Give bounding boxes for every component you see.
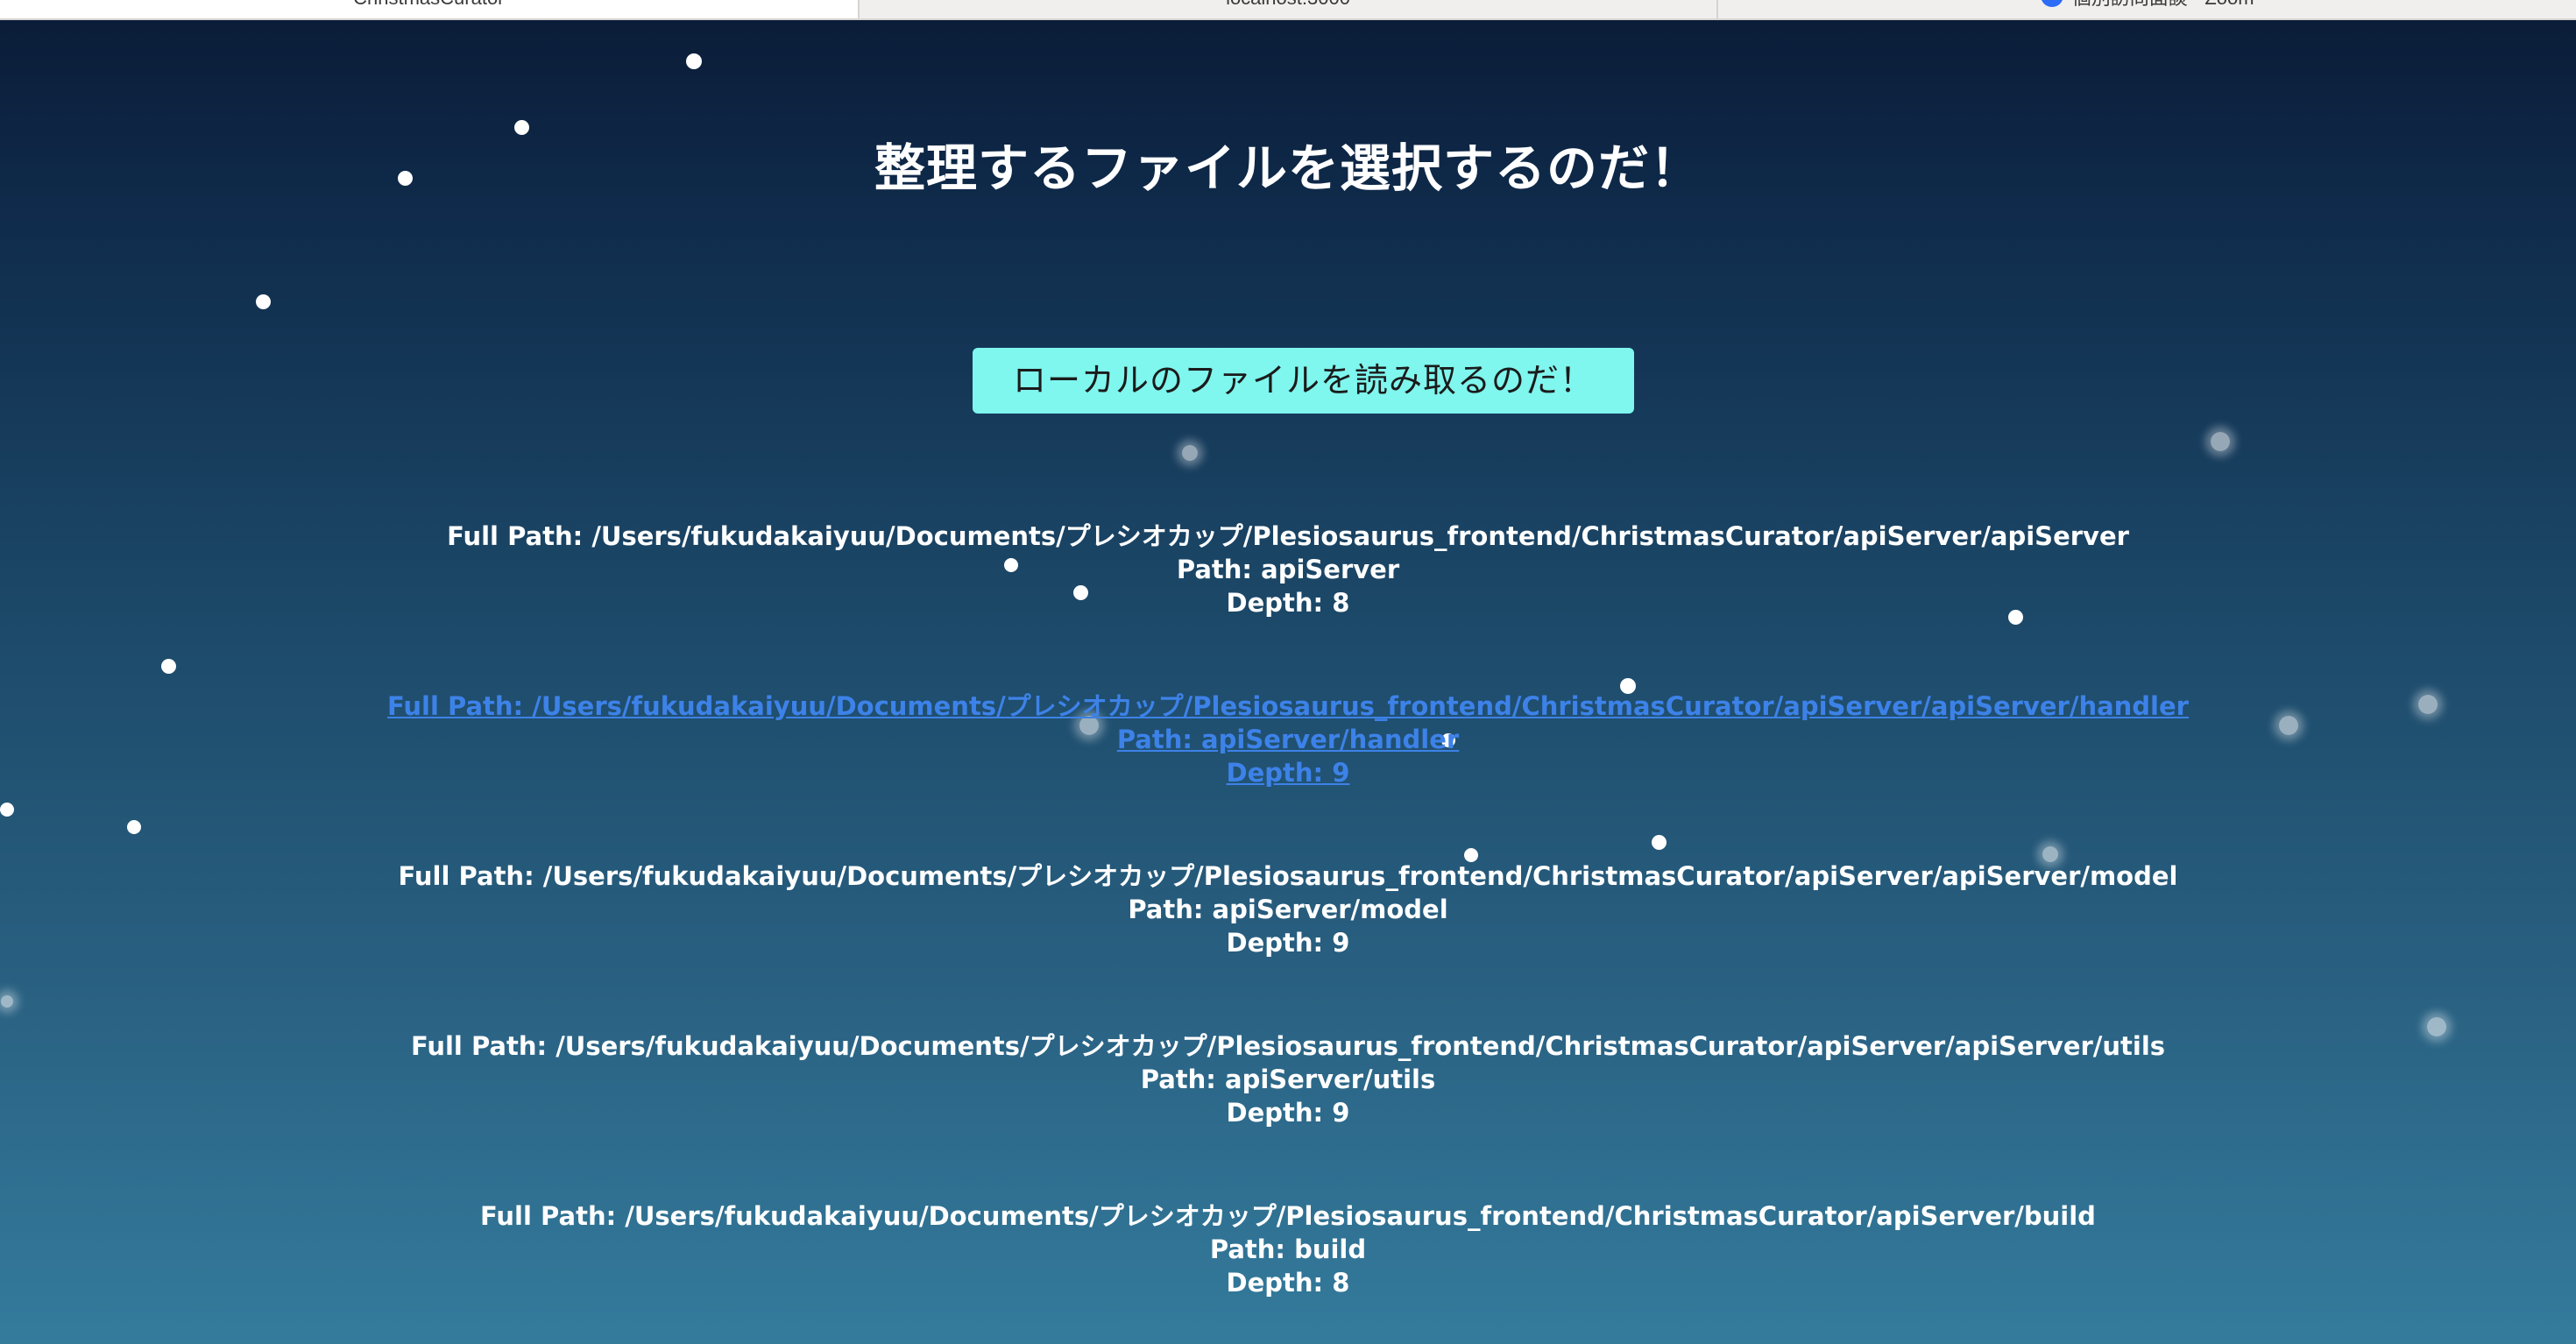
read-local-files-button[interactable]: ローカルのファイルを読み取るのだ！ [973, 348, 1634, 414]
snowflake [513, 119, 529, 135]
entry-full-path: Full Path: /Users/fukudakaiyuu/Documents… [480, 1201, 2096, 1231]
entry-full-path: Full Path: /Users/fukudakaiyuu/Documents… [387, 691, 2189, 721]
file-entry[interactable]: Full Path: /Users/fukudakaiyuu/Documents… [0, 1199, 2576, 1299]
snowflake [160, 658, 176, 674]
entry-full-path: Full Path: /Users/fukudakaiyuu/Documents… [410, 1031, 2166, 1061]
entry-depth: Depth: 8 [1226, 588, 1350, 618]
page-title: 整理するファイルを選択するのだ！ [874, 138, 1702, 198]
entry-depth: Depth: 9 [1226, 928, 1350, 958]
entry-full-path: Full Path: /Users/fukudakaiyuu/Documents… [447, 521, 2129, 551]
entry-depth: Depth: 9 [1226, 1098, 1350, 1128]
snowflake [1182, 445, 1198, 461]
main-content: 整理するファイルを選択するのだ！ ローカルのファイルを読み取るのだ！ Full … [0, 0, 2576, 1344]
file-entry[interactable]: Full Path: /Users/fukudakaiyuu/Documents… [0, 520, 2576, 619]
snowflake [255, 294, 271, 309]
snowflake [1651, 834, 1667, 850]
snowflake [686, 53, 702, 69]
snowflake [127, 820, 141, 834]
file-entry[interactable]: Full Path: /Users/fukudakaiyuu/Documents… [0, 859, 2576, 959]
file-entry[interactable]: Full Path: /Users/fukudakaiyuu/Documents… [0, 1029, 2576, 1129]
snowflake [1, 995, 13, 1008]
entry-full-path: Full Path: /Users/fukudakaiyuu/Documents… [398, 861, 2178, 891]
entry-depth: Depth: 9 [1226, 758, 1350, 788]
entry-path: Path: apiServer/model [1128, 895, 1448, 924]
entry-path: Path: apiServer [1176, 555, 1400, 584]
entry-path: Path: apiServer/utils [1140, 1065, 1436, 1094]
file-entry[interactable]: Full Path: /Users/fukudakaiyuu/Documents… [0, 690, 2576, 789]
snowflake [0, 803, 14, 817]
snowflake [2211, 432, 2230, 451]
entry-path: Path: apiServer/handler [1116, 725, 1460, 754]
entry-depth: Depth: 8 [1226, 1268, 1350, 1298]
entry-path: Path: build [1209, 1234, 1367, 1264]
